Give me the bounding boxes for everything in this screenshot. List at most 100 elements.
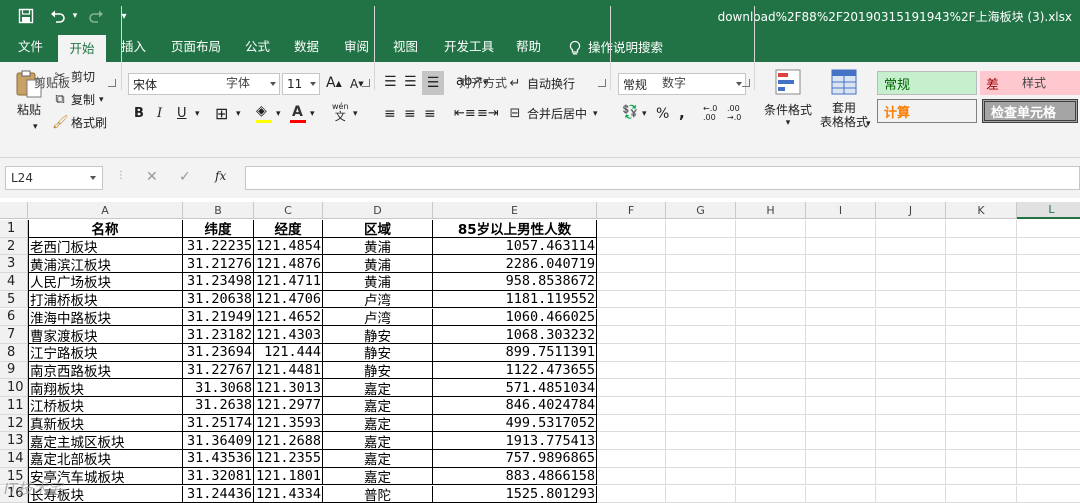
column-header-e[interactable]: E	[433, 202, 597, 219]
empty-cell[interactable]	[806, 485, 876, 503]
formula-input[interactable]	[245, 166, 1080, 190]
column-header-l[interactable]: L	[1017, 202, 1080, 219]
empty-cell[interactable]	[666, 414, 736, 433]
empty-cell[interactable]	[876, 450, 946, 468]
column-header-k[interactable]: K	[946, 202, 1017, 219]
fill-color-icon[interactable]: ◈	[256, 103, 267, 119]
empty-cell[interactable]	[736, 237, 806, 256]
empty-cell[interactable]	[946, 255, 1017, 274]
paste-dropdown-icon[interactable]: ▾	[33, 122, 38, 132]
table-cell[interactable]: 31.2638	[183, 397, 254, 415]
table-cell[interactable]: 121.1801	[254, 467, 323, 486]
empty-cell[interactable]	[1017, 220, 1080, 238]
align-top-icon[interactable]: ☰	[384, 74, 397, 90]
table-cell[interactable]: 121.4711	[254, 273, 323, 291]
table-cell[interactable]: 883.4866158	[433, 467, 597, 486]
empty-cell[interactable]	[946, 237, 1017, 256]
table-cell[interactable]: 1122.473655	[433, 361, 597, 380]
fill-color-dropdown-icon[interactable]: ▾	[276, 109, 281, 119]
empty-cell[interactable]	[876, 414, 946, 433]
table-cell[interactable]: 曹家渡板块	[28, 326, 183, 344]
row-header[interactable]: 12	[0, 414, 28, 433]
empty-cell[interactable]	[876, 467, 946, 486]
column-header-g[interactable]: G	[666, 202, 736, 219]
empty-cell[interactable]	[736, 361, 806, 380]
empty-cell[interactable]	[806, 379, 876, 397]
row-header[interactable]: 1	[0, 220, 28, 238]
empty-cell[interactable]	[876, 220, 946, 238]
table-cell[interactable]: 121.2355	[254, 450, 323, 468]
table-cell[interactable]: 31.25174	[183, 414, 254, 433]
empty-cell[interactable]	[736, 450, 806, 468]
redo-icon[interactable]	[84, 6, 108, 26]
empty-cell[interactable]	[597, 414, 666, 433]
table-cell[interactable]: 江宁路板块	[28, 343, 183, 362]
column-header-d[interactable]: D	[323, 202, 433, 219]
column-header-f[interactable]: F	[597, 202, 666, 219]
empty-cell[interactable]	[876, 343, 946, 362]
empty-cell[interactable]	[597, 379, 666, 397]
empty-cell[interactable]	[597, 485, 666, 503]
align-right-icon[interactable]: ≡	[424, 106, 436, 122]
select-all-corner[interactable]	[0, 202, 28, 219]
tab-help[interactable]: 帮助	[514, 33, 543, 62]
table-cell[interactable]: 南京西路板块	[28, 361, 183, 380]
empty-cell[interactable]	[806, 273, 876, 291]
empty-cell[interactable]	[1017, 291, 1080, 309]
table-cell[interactable]: 嘉定	[323, 397, 433, 415]
empty-cell[interactable]	[1017, 450, 1080, 468]
empty-cell[interactable]	[666, 485, 736, 503]
row-header[interactable]: 8	[0, 343, 28, 362]
borders-dropdown-icon[interactable]: ▾	[236, 109, 241, 119]
tab-formulas[interactable]: 公式	[243, 33, 272, 62]
empty-cell[interactable]	[736, 255, 806, 274]
table-cell[interactable]: 31.23694	[183, 343, 254, 362]
empty-cell[interactable]	[736, 308, 806, 327]
empty-cell[interactable]	[597, 220, 666, 238]
phonetic-dropdown-icon[interactable]: ▾	[353, 109, 358, 119]
table-cell[interactable]: 嘉定	[323, 467, 433, 486]
empty-cell[interactable]	[946, 397, 1017, 415]
table-cell[interactable]: 757.9896865	[433, 450, 597, 468]
table-cell[interactable]: 1057.463114	[433, 237, 597, 256]
tab-review[interactable]: 审阅	[342, 33, 371, 62]
tab-home[interactable]: 开始	[58, 33, 106, 62]
conditional-format-button[interactable]: 条件格式 ▾	[762, 68, 814, 128]
format-painter-button[interactable]: 🖌 格式刷	[52, 114, 107, 131]
merge-center-button[interactable]: ⊟ 合并后居中 ▾	[507, 105, 598, 122]
table-cell[interactable]: 121.4854	[254, 237, 323, 256]
table-cell[interactable]: 黄浦	[323, 273, 433, 291]
empty-cell[interactable]	[736, 273, 806, 291]
empty-cell[interactable]	[1017, 238, 1080, 256]
empty-cell[interactable]	[666, 397, 736, 415]
empty-cell[interactable]	[1017, 397, 1080, 415]
copy-dropdown-icon[interactable]: ▾	[99, 95, 104, 105]
empty-cell[interactable]	[597, 361, 666, 380]
empty-cell[interactable]	[946, 290, 1017, 309]
align-middle-icon[interactable]: ☰	[404, 74, 417, 90]
undo-dropdown-icon[interactable]: ▾	[70, 6, 80, 26]
empty-cell[interactable]	[736, 220, 806, 238]
table-cell[interactable]: 958.8538672	[433, 273, 597, 291]
empty-cell[interactable]	[876, 379, 946, 397]
empty-cell[interactable]	[1017, 486, 1080, 503]
empty-cell[interactable]	[736, 467, 806, 486]
table-cell[interactable]: 1181.119552	[433, 290, 597, 309]
number-launcher-icon[interactable]	[742, 79, 750, 87]
increase-decimal-button[interactable]: ←.0 .00	[703, 104, 721, 122]
wrap-text-button[interactable]: ↵ 自动换行	[507, 75, 575, 92]
table-cell[interactable]: 静安	[323, 361, 433, 380]
column-header-c[interactable]: C	[254, 202, 323, 219]
comma-style-button[interactable]: ,	[679, 104, 685, 122]
table-cell[interactable]: 嘉定	[323, 432, 433, 451]
empty-cell[interactable]	[946, 343, 1017, 362]
font-launcher-icon[interactable]	[362, 79, 370, 87]
percent-style-button[interactable]: %	[656, 106, 669, 122]
table-cell[interactable]: 卢湾	[323, 290, 433, 309]
name-box[interactable]: L24	[5, 166, 103, 190]
table-cell[interactable]: 静安	[323, 343, 433, 362]
empty-cell[interactable]	[597, 343, 666, 362]
empty-cell[interactable]	[946, 432, 1017, 451]
empty-cell[interactable]	[736, 397, 806, 415]
align-center-icon[interactable]: ≡	[404, 106, 416, 122]
